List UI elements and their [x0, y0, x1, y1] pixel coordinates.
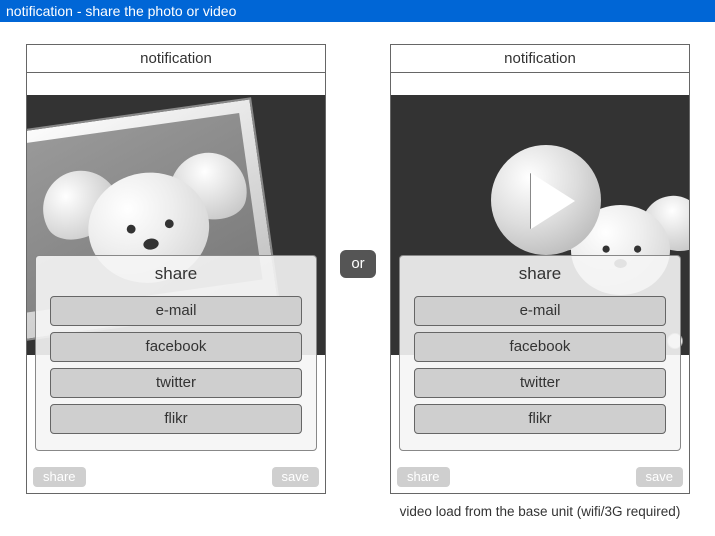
phone-mock-video: notification share e-mail facebook twitt… — [390, 44, 690, 494]
share-panel: share e-mail facebook twitter flikr — [399, 255, 681, 451]
share-option-flikr[interactable]: flikr — [50, 404, 302, 434]
share-option-twitter[interactable]: twitter — [414, 368, 666, 398]
screen-title: notification — [391, 45, 689, 73]
footer-bar: share save — [27, 461, 325, 493]
share-option-twitter[interactable]: twitter — [50, 368, 302, 398]
share-option-facebook[interactable]: facebook — [50, 332, 302, 362]
save-button[interactable]: save — [272, 467, 319, 487]
share-option-email[interactable]: e-mail — [414, 296, 666, 326]
screen-title: notification — [27, 45, 325, 73]
share-option-flikr[interactable]: flikr — [414, 404, 666, 434]
window-titlebar: notification - share the photo or video — [0, 0, 715, 22]
share-panel-title: share — [400, 256, 680, 290]
phone-mock-photo: notification share e-mail facebook twitt… — [26, 44, 326, 494]
share-panel: share e-mail facebook twitter flikr — [35, 255, 317, 451]
share-panel-title: share — [36, 256, 316, 290]
or-connector: or — [340, 250, 376, 278]
share-option-facebook[interactable]: facebook — [414, 332, 666, 362]
footer-bar: share save — [391, 461, 689, 493]
share-button[interactable]: share — [33, 467, 86, 487]
play-icon[interactable] — [491, 145, 601, 255]
share-option-email[interactable]: e-mail — [50, 296, 302, 326]
save-button[interactable]: save — [636, 467, 683, 487]
wireframe-stage: notification share e-mail facebook twitt… — [0, 22, 715, 536]
share-button[interactable]: share — [397, 467, 450, 487]
video-caption: video load from the base unit (wifi/3G r… — [390, 504, 690, 519]
